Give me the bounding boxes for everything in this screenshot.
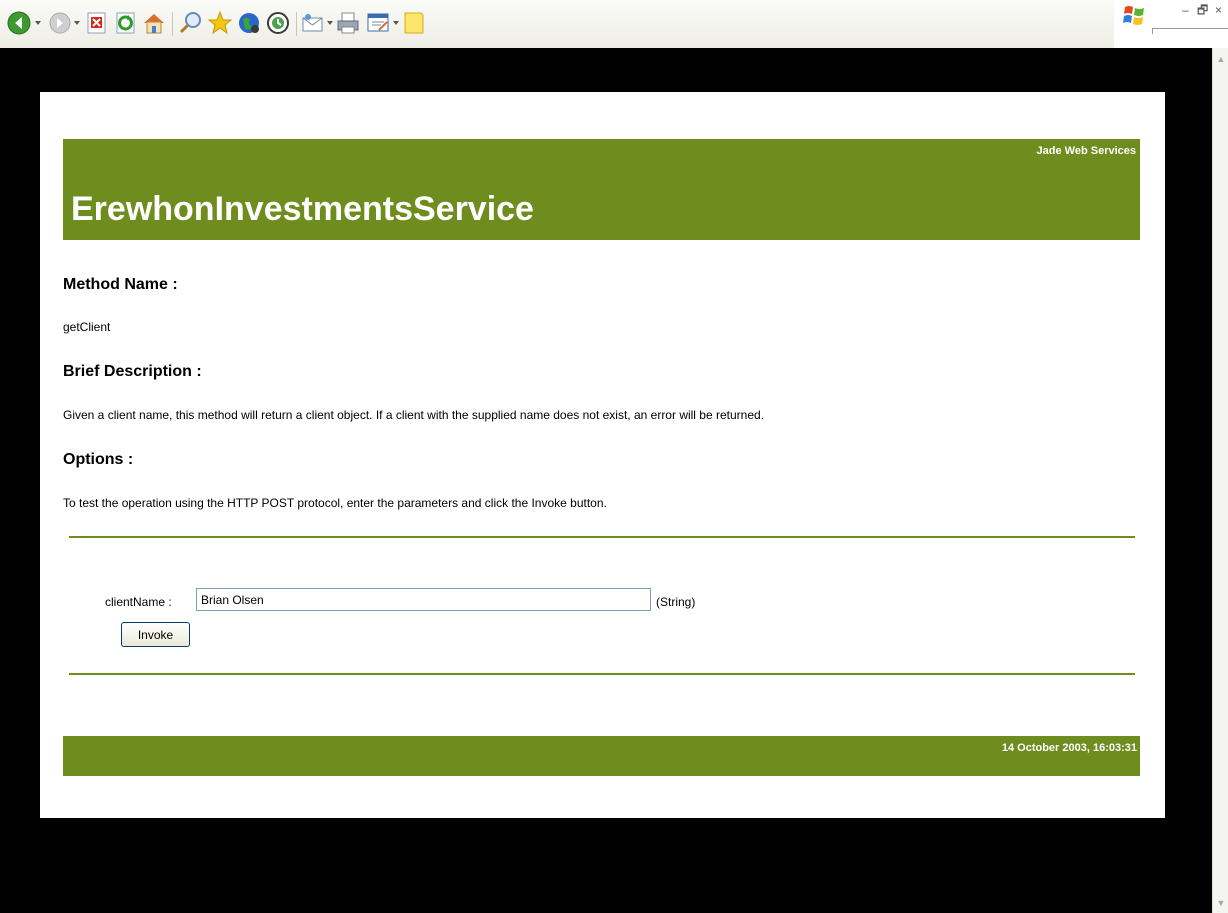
history-icon[interactable]	[265, 10, 291, 36]
minimize-button[interactable]: –	[1182, 3, 1189, 17]
restore-button[interactable]: 🗗	[1197, 3, 1208, 17]
header-band: Jade Web Services ErewhonInvestmentsServ…	[63, 139, 1140, 240]
toolbar-separator	[296, 12, 297, 36]
divider	[69, 673, 1135, 675]
home-icon[interactable]	[141, 10, 167, 36]
client-name-input[interactable]	[196, 588, 651, 611]
divider	[69, 536, 1135, 538]
window-controls: – 🗗 ×	[1114, 0, 1228, 50]
scroll-down-icon[interactable]: ▼	[1214, 896, 1228, 911]
method-name-value: getClient	[63, 320, 111, 334]
vertical-scrollbar[interactable]: ▲ ▼	[1212, 48, 1228, 913]
client-name-label: clientName :	[105, 595, 172, 609]
forward-arrow-icon[interactable]	[47, 10, 73, 36]
timestamp: 14 October 2003, 16:03:31	[1001, 742, 1137, 754]
print-icon[interactable]	[335, 10, 361, 36]
search-icon[interactable]	[178, 10, 204, 36]
toolbar-separator	[172, 12, 173, 36]
invoke-button[interactable]: Invoke	[121, 622, 190, 647]
windows-logo-icon	[1123, 4, 1147, 31]
close-button[interactable]: ×	[1215, 3, 1222, 17]
forward-dropdown-icon[interactable]	[74, 21, 80, 25]
refresh-icon[interactable]	[113, 10, 139, 36]
mail-icon[interactable]	[300, 10, 326, 36]
browser-toolbar: – 🗗 ×	[0, 0, 1228, 50]
media-globe-icon[interactable]	[236, 10, 262, 36]
method-name-heading: Method Name :	[63, 276, 178, 293]
service-page: Jade Web Services ErewhonInvestmentsServ…	[40, 92, 1165, 818]
footer-band: 14 October 2003, 16:03:31	[63, 736, 1140, 776]
brand-label: Jade Web Services	[1036, 145, 1136, 157]
param-type-label: (String)	[656, 595, 696, 609]
note-icon[interactable]	[401, 10, 427, 36]
description-heading: Brief Description :	[63, 363, 202, 380]
back-arrow-icon[interactable]	[6, 10, 32, 36]
options-heading: Options :	[63, 451, 134, 468]
stop-icon[interactable]	[84, 10, 110, 36]
star-icon[interactable]	[207, 10, 233, 36]
back-dropdown-icon[interactable]	[35, 21, 41, 25]
throbber-frame	[1152, 28, 1228, 34]
mail-dropdown-icon[interactable]	[327, 21, 333, 25]
edit-icon[interactable]	[365, 10, 391, 36]
edit-dropdown-icon[interactable]	[393, 21, 399, 25]
scroll-up-icon[interactable]: ▲	[1214, 52, 1228, 67]
service-title: ErewhonInvestmentsService	[71, 190, 534, 228]
description-text: Given a client name, this method will re…	[63, 408, 765, 422]
options-text: To test the operation using the HTTP POS…	[63, 496, 607, 510]
